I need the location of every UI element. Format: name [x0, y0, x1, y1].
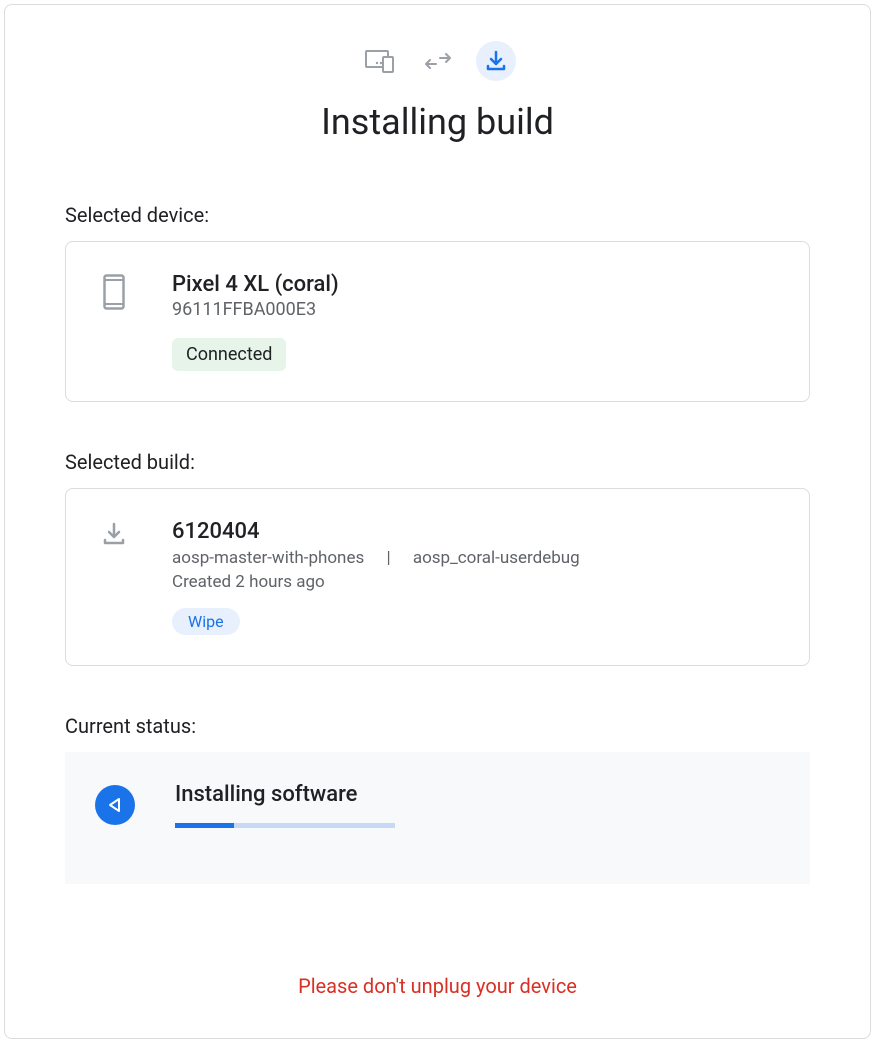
separator: | — [386, 548, 390, 568]
step-transfer-icon — [418, 41, 458, 81]
stepper-icons — [65, 41, 810, 81]
device-serial: 96111FFBA000E3 — [172, 299, 779, 320]
progress-fill — [175, 823, 234, 828]
phone-icon — [96, 272, 132, 310]
step-download-icon — [476, 41, 516, 81]
connected-badge: Connected — [172, 338, 286, 371]
warning-text: Please don't unplug your device — [65, 974, 810, 998]
build-target: aosp_coral-userdebug — [413, 548, 580, 568]
build-created: Created 2 hours ago — [172, 572, 779, 592]
status-text: Installing software — [175, 782, 780, 807]
main-container: Installing build Selected device: Pixel … — [4, 4, 871, 1039]
selected-build-label: Selected build: — [65, 450, 810, 474]
build-id: 6120404 — [172, 519, 779, 544]
device-card: Pixel 4 XL (coral) 96111FFBA000E3 Connec… — [65, 241, 810, 402]
device-content: Pixel 4 XL (coral) 96111FFBA000E3 Connec… — [172, 272, 779, 371]
status-content: Installing software — [175, 782, 780, 828]
wipe-badge: Wipe — [172, 608, 240, 635]
step-devices-icon — [360, 41, 400, 81]
selected-device-label: Selected device: — [65, 203, 810, 227]
build-content: 6120404 aosp-master-with-phones | aosp_c… — [172, 519, 779, 635]
status-play-icon — [95, 785, 135, 825]
status-panel: Installing software — [65, 752, 810, 884]
current-status-label: Current status: — [65, 714, 810, 738]
build-card: 6120404 aosp-master-with-phones | aosp_c… — [65, 488, 810, 666]
build-branch: aosp-master-with-phones — [172, 548, 364, 568]
page-title: Installing build — [65, 101, 810, 143]
download-icon — [96, 519, 132, 547]
device-name: Pixel 4 XL (coral) — [172, 272, 779, 297]
build-meta: aosp-master-with-phones | aosp_coral-use… — [172, 548, 779, 568]
progress-bar — [175, 823, 395, 828]
